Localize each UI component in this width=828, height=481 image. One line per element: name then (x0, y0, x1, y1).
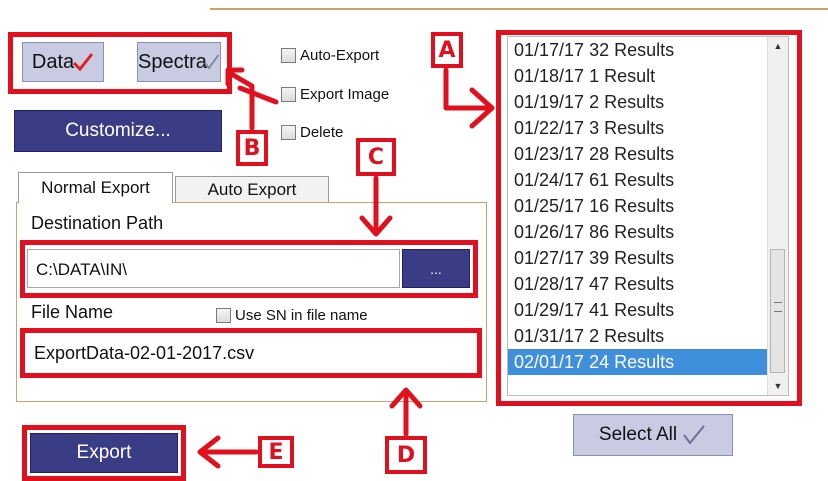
results-scrollbar[interactable]: ▲ ▼ (767, 37, 788, 395)
scroll-up-icon[interactable]: ▲ (768, 37, 788, 55)
list-item[interactable]: 01/17/17 32 Results (508, 37, 768, 63)
export-button-label: Export (76, 442, 132, 463)
delete-label: Delete (300, 123, 344, 141)
list-item[interactable]: 01/22/17 3 Results (508, 115, 768, 141)
auto-export-option[interactable]: Auto-Export (281, 44, 421, 66)
auto-export-label: Auto-Export (300, 46, 380, 64)
file-name-value: ExportData-02-01-2017.csv (34, 343, 255, 363)
use-sn-label: Use SN in file name (235, 307, 368, 324)
callout-d-letter: D (396, 442, 416, 468)
destination-path-value: C:\DATA\IN\ (36, 260, 127, 279)
auto-export-checkbox[interactable] (281, 47, 296, 63)
results-list-body: 01/17/17 32 Results 01/18/17 1 Result 01/1… (508, 37, 768, 375)
tab-auto-export-label: Auto Export (207, 180, 297, 199)
data-button[interactable]: Data (22, 42, 104, 82)
tab-auto-export[interactable]: Auto Export (175, 176, 329, 203)
thumb-grip-icon (774, 302, 782, 312)
tab-normal-export-label: Normal Export (41, 178, 150, 197)
arrow-e-icon (197, 435, 259, 469)
list-item[interactable]: 02/01/17 24 Results (508, 349, 768, 375)
destination-path-input[interactable]: C:\DATA\IN\ (27, 249, 400, 288)
customize-button-label: Customize... (65, 120, 171, 141)
scroll-down-icon[interactable]: ▼ (768, 377, 788, 395)
file-name-input[interactable]: ExportData-02-01-2017.csv (28, 335, 474, 371)
export-button[interactable]: Export (30, 433, 178, 473)
file-name-label: File Name (31, 302, 114, 322)
select-all-label: Select All (598, 424, 678, 445)
tab-normal-export[interactable]: Normal Export (18, 172, 173, 203)
list-item[interactable]: 01/23/17 28 Results (508, 141, 768, 167)
select-all-button[interactable]: Select All (573, 414, 733, 456)
spectra-button[interactable]: Spectra (137, 42, 221, 82)
callout-a-letter: A (438, 37, 456, 63)
callout-b: B (236, 130, 268, 166)
callout-c-letter: C (367, 144, 385, 170)
callout-a: A (431, 32, 463, 68)
results-list[interactable]: 01/17/17 32 Results 01/18/17 1 Result 01/1… (507, 36, 789, 396)
callout-e-letter: E (268, 439, 284, 465)
scrollbar-thumb[interactable] (770, 249, 785, 373)
export-image-option[interactable]: Export Image (281, 83, 421, 105)
customize-button[interactable]: Customize... (14, 110, 222, 152)
export-image-checkbox[interactable] (281, 86, 296, 102)
callout-d: D (385, 436, 427, 474)
delete-option[interactable]: Delete (281, 121, 421, 143)
destination-path-label: Destination Path (31, 213, 164, 233)
list-item[interactable]: 01/25/17 16 Results (508, 193, 768, 219)
list-item[interactable]: 01/19/17 2 Results (508, 89, 768, 115)
export-options: Auto-Export Export Image Delete (281, 44, 421, 143)
use-sn-option[interactable]: Use SN in file name (216, 307, 368, 324)
browse-button[interactable]: ... (402, 249, 470, 288)
list-item[interactable]: 01/26/17 86 Results (508, 219, 768, 245)
browse-button-label: ... (430, 260, 442, 277)
spectra-button-label: Spectra (138, 50, 207, 73)
list-item[interactable]: 01/18/17 1 Result (508, 63, 768, 89)
list-item[interactable]: 01/29/17 41 Results (508, 297, 768, 323)
callout-b-letter: B (243, 135, 261, 161)
red-check-icon (73, 53, 94, 72)
delete-checkbox[interactable] (281, 124, 296, 140)
grey-check-icon (203, 54, 219, 70)
list-item[interactable]: 01/31/17 2 Results (508, 323, 768, 349)
top-panel-edge (210, 0, 828, 10)
grey-check-icon (683, 425, 705, 445)
use-sn-checkbox[interactable] (216, 308, 231, 323)
data-button-label: Data (31, 50, 75, 73)
list-item[interactable]: 01/24/17 61 Results (508, 167, 768, 193)
list-item[interactable]: 01/28/17 47 Results (508, 271, 768, 297)
callout-c: C (356, 138, 396, 176)
list-item[interactable]: 01/27/17 39 Results (508, 245, 768, 271)
arrow-a-icon (443, 67, 495, 129)
callout-e: E (258, 436, 294, 468)
export-image-label: Export Image (300, 85, 390, 103)
